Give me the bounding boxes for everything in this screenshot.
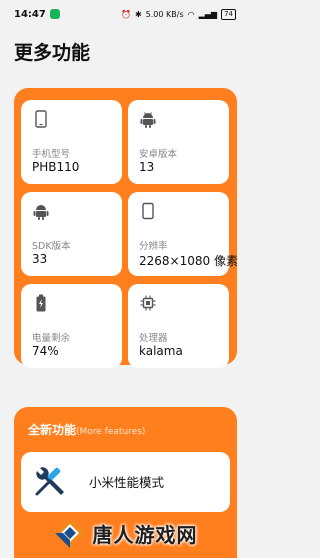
card-android-version[interactable]: 安卓版本 13 xyxy=(128,100,229,184)
wifi-icon: ◠ xyxy=(187,9,195,19)
status-icons: ⏰ ✱ 5.00 KB/s ◠ ▂▄▆ 74 xyxy=(121,8,236,20)
screen-icon xyxy=(142,202,154,220)
features-title: 全新功能 xyxy=(28,423,77,437)
card-value: kalama xyxy=(139,344,183,358)
card-label: 分辨率 xyxy=(139,241,168,252)
card-label: 电量剩余 xyxy=(32,333,71,344)
battery-indicator: 74 xyxy=(221,8,236,20)
bluetooth-icon: ✱ xyxy=(134,9,142,19)
notification-icon xyxy=(49,9,60,19)
card-label: SDK版本 xyxy=(32,241,71,252)
watermark: 唐人游戏网 xyxy=(0,508,250,558)
device-info-panel: 手机型号 PHB110 安卓版本 13 SDK版本 33 分辨率 2268×10… xyxy=(14,88,238,368)
features-header: 全新功能(More features) xyxy=(28,419,145,438)
card-sdk-version[interactable]: SDK版本 33 xyxy=(21,192,122,276)
features-subtitle: (More features) xyxy=(76,427,146,437)
card-value: 33 xyxy=(32,252,48,266)
card-processor[interactable]: 处理器 kalama xyxy=(128,284,229,368)
alarm-icon: ⏰ xyxy=(121,9,131,19)
card-value: 2268×1080 像素 xyxy=(139,254,238,268)
card-value: PHB110 xyxy=(32,160,80,174)
status-bar: 14:47 ⏰ ✱ 5.00 KB/s ◠ ▂▄▆ 74 xyxy=(0,0,250,28)
card-value: 13 xyxy=(139,160,155,174)
card-resolution[interactable]: 分辨率 2268×1080 像素 xyxy=(128,192,238,276)
network-speed: 5.00 KB/s xyxy=(145,9,184,19)
page-title: 更多功能 xyxy=(14,42,91,64)
watermark-logo-icon xyxy=(54,518,85,548)
watermark-text: 唐人游戏网 xyxy=(92,522,198,547)
chip-icon xyxy=(140,295,156,311)
card-label: 安卓版本 xyxy=(139,149,178,160)
phone-icon xyxy=(35,110,47,128)
feature-label: 小米性能模式 xyxy=(89,475,165,490)
battery-icon xyxy=(36,294,46,312)
feature-xiaomi-performance-mode[interactable]: 小米性能模式 xyxy=(21,452,230,512)
card-value: 74% xyxy=(32,344,59,358)
signal-icon: ▂▄▆ xyxy=(198,9,218,19)
card-phone-model[interactable]: 手机型号 PHB110 xyxy=(21,100,122,184)
status-time: 14:47 xyxy=(14,8,46,20)
card-battery[interactable]: 电量剩余 74% xyxy=(21,284,122,368)
card-label: 手机型号 xyxy=(32,149,71,160)
android-icon xyxy=(33,205,49,220)
tools-icon xyxy=(35,467,64,496)
android-icon xyxy=(140,112,156,128)
card-label: 处理器 xyxy=(139,333,168,344)
